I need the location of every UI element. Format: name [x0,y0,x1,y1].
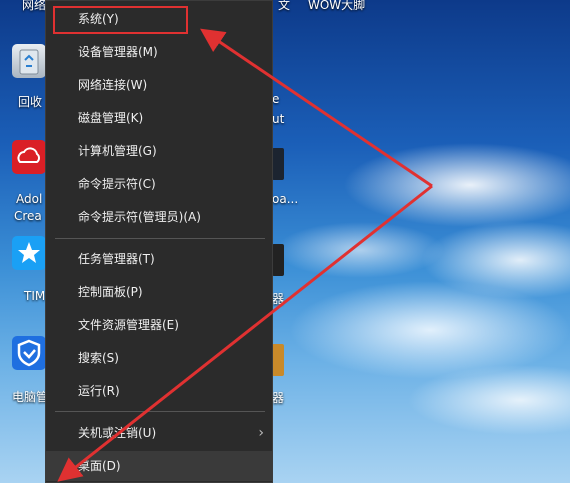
annotation-arrow-to-desktop [57,184,433,482]
annotation-arrows [57,28,433,482]
annotation-arrow-to-system [200,28,433,188]
